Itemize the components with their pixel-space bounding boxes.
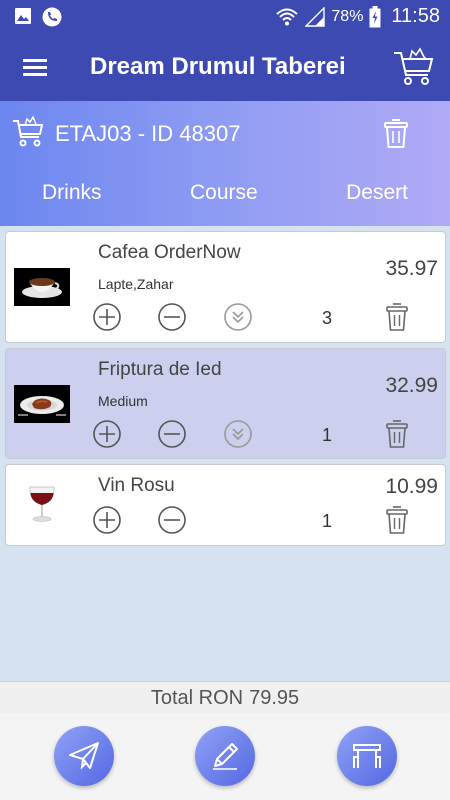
add-icon[interactable]	[92, 505, 122, 535]
item-note: Medium	[98, 393, 148, 409]
tab-desert[interactable]: Desert	[346, 181, 408, 205]
order-item[interactable]: Friptura de Ied Medium 32.99 1	[5, 348, 446, 459]
add-icon[interactable]	[92, 302, 122, 332]
order-item[interactable]: Cafea OrderNow Lapte,Zahar 35.97 3	[5, 231, 446, 343]
wine-glass-image	[29, 486, 55, 522]
table-button[interactable]	[337, 726, 397, 786]
trash-icon	[384, 119, 408, 148]
category-tabs: Drinks Course Desert	[0, 181, 450, 205]
hamburger-icon	[23, 59, 47, 76]
menu-button[interactable]	[20, 53, 50, 81]
delete-item-icon[interactable]	[386, 302, 408, 332]
coffee-image	[14, 268, 70, 306]
cart-icon	[394, 47, 434, 85]
tab-course[interactable]: Course	[190, 181, 258, 205]
item-quantity: 1	[322, 511, 333, 531]
bottom-action-bar	[0, 713, 450, 800]
order-item[interactable]: Vin Rosu 10.99 1	[5, 464, 446, 546]
delete-item-icon[interactable]	[386, 505, 408, 535]
tab-drinks[interactable]: Drinks	[42, 181, 102, 205]
item-quantity: 3	[322, 308, 333, 328]
app-bar: Dream Drumul Taberei	[0, 33, 450, 101]
cart-button[interactable]	[392, 45, 436, 89]
order-items-list: Cafea OrderNow Lapte,Zahar 35.97 3 Fript…	[5, 231, 446, 551]
expand-icon[interactable]	[223, 419, 253, 449]
delete-item-icon[interactable]	[386, 419, 408, 449]
clock: 11:58	[391, 5, 440, 27]
item-note: Lapte,Zahar	[98, 276, 174, 292]
remove-icon[interactable]	[157, 419, 187, 449]
delete-order-button[interactable]	[384, 117, 408, 149]
wifi-icon	[276, 8, 299, 25]
order-cart-icon	[13, 115, 44, 147]
edit-order-button[interactable]	[195, 726, 255, 786]
app-title: Dream Drumul Taberei	[90, 53, 346, 80]
phone-icon	[42, 7, 62, 27]
edit-icon	[213, 743, 238, 770]
battery-percent: 78%	[331, 7, 364, 25]
signal-icon	[305, 6, 326, 27]
steak-image	[14, 385, 70, 423]
battery-icon	[369, 5, 381, 27]
item-name: Cafea OrderNow	[98, 242, 241, 263]
remove-icon[interactable]	[157, 505, 187, 535]
expand-icon[interactable]	[223, 302, 253, 332]
item-price: 10.99	[385, 475, 438, 498]
total-value: 79.95	[249, 687, 300, 709]
total-label: Total RON	[150, 687, 244, 709]
send-order-button[interactable]	[54, 726, 114, 786]
add-icon[interactable]	[92, 419, 122, 449]
item-name: Friptura de Ied	[98, 359, 222, 380]
gallery-icon	[15, 8, 31, 24]
item-name: Vin Rosu	[98, 475, 175, 496]
status-bar: 78% 11:58	[0, 0, 450, 33]
item-price: 35.97	[385, 257, 438, 280]
send-icon	[69, 742, 99, 770]
order-title: ETAJ03 - ID 48307	[55, 121, 241, 146]
remove-icon[interactable]	[157, 302, 187, 332]
total-bar: Total RON 79.95	[0, 681, 450, 713]
order-header: ETAJ03 - ID 48307 Drinks Course Desert	[0, 101, 450, 226]
item-price: 32.99	[385, 374, 438, 397]
table-icon	[353, 744, 381, 768]
item-quantity: 1	[322, 425, 333, 445]
